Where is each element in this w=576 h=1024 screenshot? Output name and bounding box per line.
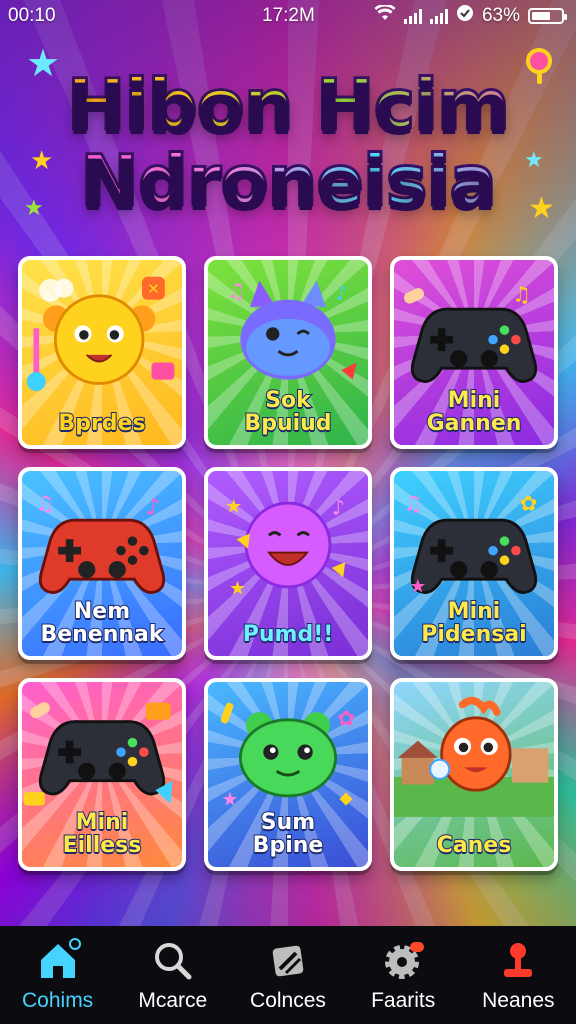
nav-label: Faarits [371, 989, 436, 1012]
nav-item-search[interactable]: Mcarce [115, 937, 230, 1013]
game-card-label-line-1: Mini [447, 598, 502, 624]
yellow-bear-character-icon: ✕ [26, 276, 175, 392]
bottom-nav: Cohims Mcarce Colnces Faarits Neanes [0, 926, 576, 1024]
game-card-label-line-1: Canes [436, 832, 513, 858]
svg-text:★: ★ [409, 576, 426, 598]
nav-label: Cohims [22, 989, 94, 1012]
game-card-label-line-1: Pumd!! [242, 621, 335, 647]
nav-item-favorites[interactable]: Faarits [346, 937, 461, 1013]
status-time-center: 17:2M [262, 5, 315, 26]
joystick-icon [461, 937, 576, 985]
page-title: Hibon Hcim Ndroneisia [0, 69, 576, 218]
game-card-label-line-1: Sok [264, 387, 312, 413]
title-line-1: Hibon Hcim [0, 69, 576, 142]
gear-icon [346, 937, 461, 985]
signal-icon-2 [429, 8, 448, 24]
nav-item-games[interactable]: Neanes [461, 937, 576, 1013]
svg-text:♪: ♪ [146, 494, 161, 520]
game-card-label-line-1: Mini [447, 387, 502, 413]
game-card[interactable]: ♫ Mini Gannen [390, 256, 558, 449]
svg-text:♪: ♪ [336, 283, 348, 305]
game-card-label-line-2: Gannen [426, 410, 523, 436]
status-icons: 63% [374, 3, 567, 28]
game-card[interactable]: Canes [390, 678, 558, 871]
purple-blob-character-icon: ★ ♪ ★ [225, 495, 345, 599]
svg-text:✿: ✿ [338, 706, 356, 730]
game-card-label: Bprdes [22, 410, 182, 436]
battery-fill [532, 12, 550, 20]
game-card-label-line-2: Bpine [252, 832, 325, 858]
game-card-label-line-1: Bprdes [57, 410, 146, 436]
game-card[interactable]: Mini Eilless [18, 678, 186, 871]
game-card-label-line-2: Pidensai [420, 621, 527, 647]
purple-cat-character-icon: ♫ ♪ [227, 279, 357, 380]
game-card-label-line-1: Mini [75, 809, 130, 835]
home-icon [0, 937, 115, 985]
svg-text:♫: ♫ [512, 283, 531, 307]
gamepad-icon [23, 702, 173, 806]
signal-icon [403, 8, 422, 24]
game-card-label: Canes [394, 832, 554, 858]
game-card-label: Sum Bpine [208, 809, 368, 858]
app-screen: 00:10 17:2M 63% ★ ★ ★ ★ ★ Hibon Hcim Ndr… [0, 0, 576, 1024]
nav-item-collections[interactable]: Colnces [230, 937, 345, 1013]
game-card-label-line-2: Eilless [62, 832, 143, 858]
game-card[interactable]: ♫ ♪ Nem Benennak [18, 467, 186, 660]
game-card[interactable]: ✿ ★ ◆ Sum Bpine [204, 678, 372, 871]
game-card-label: Mini Pidensai [394, 598, 554, 647]
nav-label: Colnces [250, 989, 326, 1012]
status-time-left: 00:10 [8, 5, 56, 26]
svg-text:♫: ♫ [35, 492, 54, 516]
game-card[interactable]: ✕ Bprdes [18, 256, 186, 449]
game-card[interactable]: ♫ ✿ ★ Mini Pidensai [390, 467, 558, 660]
svg-text:★: ★ [221, 788, 238, 810]
title-line-2: Ndroneisia [0, 145, 576, 218]
game-card-label-line-2: Benennak [39, 621, 164, 647]
green-frog-character-icon: ✿ ★ ◆ [220, 702, 356, 810]
svg-text:♫: ♫ [227, 279, 246, 303]
battery-icon [528, 8, 567, 24]
tag-icon [230, 937, 345, 985]
gamepad-icon: ♫ ✿ ★ [404, 492, 538, 598]
game-card-label: Sok Bpuiud [208, 387, 368, 436]
wifi-icon [374, 3, 396, 27]
game-card-label: Mini Gannen [394, 387, 554, 436]
gamepad-red-icon: ♫ ♪ [35, 492, 166, 595]
battery-percent: 63% [481, 5, 520, 26]
data-saver-icon [456, 4, 474, 28]
game-card-label: Mini Eilless [22, 809, 182, 858]
game-card[interactable]: ★ ♪ ★ Pumd!! [204, 467, 372, 660]
game-card[interactable]: ♫ ♪ Sok Bpuiud [204, 256, 372, 449]
status-bar: 00:10 17:2M 63% [0, 0, 576, 32]
game-card-label-line-2: Bpuiud [243, 410, 332, 436]
search-icon [115, 937, 230, 985]
game-card-label-line-1: Sum [260, 809, 316, 835]
svg-text:♫: ♫ [404, 492, 423, 516]
svg-text:♪: ♪ [332, 495, 345, 519]
nav-label: Neanes [482, 989, 555, 1012]
nav-label: Mcarce [138, 989, 208, 1012]
orange-fish-character-icon [394, 696, 554, 817]
gamepad-icon: ♫ [403, 283, 538, 384]
nav-item-home[interactable]: Cohims [0, 937, 115, 1013]
svg-text:◆: ◆ [339, 789, 353, 809]
svg-text:★: ★ [225, 496, 242, 518]
svg-text:✿: ✿ [520, 492, 538, 516]
game-card-label: Pumd!! [208, 621, 368, 647]
game-grid: ✕ Bprdes ♫ ♪ Sok Bpuiud ♫ Mini Gannen ♫ … [18, 256, 558, 871]
game-card-label-line-1: Nem [73, 598, 131, 624]
svg-text:★: ★ [229, 577, 246, 599]
svg-text:✕: ✕ [147, 280, 160, 298]
game-card-label: Nem Benennak [22, 598, 182, 647]
